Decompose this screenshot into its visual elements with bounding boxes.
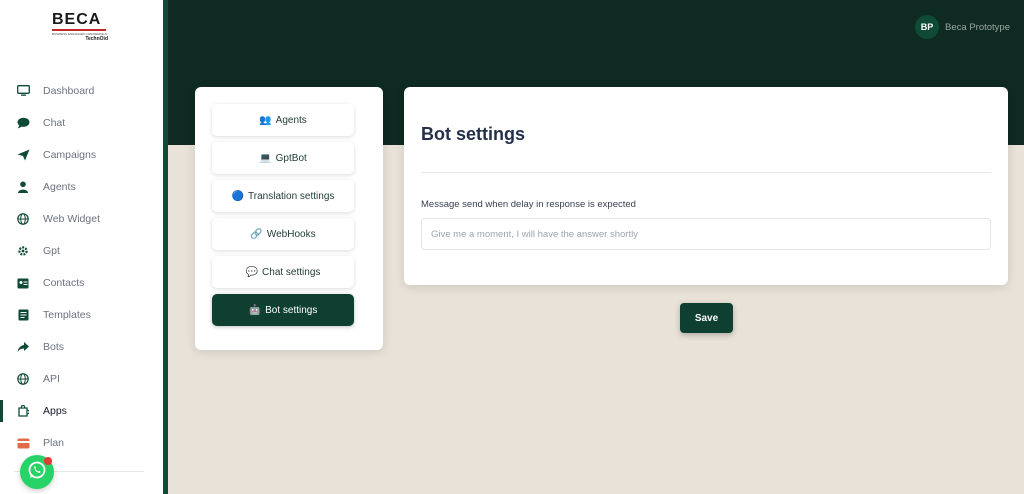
sidebar-item-dashboard[interactable]: Dashboard (0, 75, 163, 107)
sidebar-item-label: Plan (43, 437, 65, 449)
document-icon (16, 308, 30, 322)
sidebar-item-label: Dashboard (43, 85, 95, 97)
menu-chat-settings-button[interactable]: 💬 Chat settings (212, 256, 354, 288)
sidebar-item-campaigns[interactable]: Campaigns (0, 139, 163, 171)
sidebar-item-label: Campaigns (43, 149, 97, 161)
menu-translation-button[interactable]: 🔵 Translation settings (212, 180, 354, 212)
contact-card-icon (16, 276, 30, 290)
sidebar: BECA BUSINESS ENHANCED CONCIERGE AI Tech… (0, 0, 168, 494)
sidebar-nav: Dashboard Chat Campaigns Agents Web Widg… (0, 75, 163, 459)
profile-name: Beca Prototype (945, 21, 1010, 33)
menu-gptbot-button[interactable]: 💻 GptBot (212, 142, 354, 174)
sidebar-item-api[interactable]: API (0, 363, 163, 395)
sidebar-item-label: Chat (43, 117, 66, 129)
sidebar-item-label: Agents (43, 181, 76, 193)
gear-icon (16, 244, 30, 258)
robot-icon: 🤖 (248, 304, 262, 316)
user-profile[interactable]: BP Beca Prototype (915, 15, 1010, 39)
sidebar-item-plan[interactable]: Plan (0, 427, 163, 459)
menu-bot-settings-button[interactable]: 🤖 Bot settings (212, 294, 354, 326)
bot-settings-panel: Bot settings Message send when delay in … (404, 87, 1008, 285)
menu-agents-label: Agents (275, 114, 307, 126)
menu-chat-settings-label: Chat settings (262, 266, 321, 278)
brand-underline (52, 29, 106, 31)
sidebar-item-agents[interactable]: Agents (0, 171, 163, 203)
avatar: BP (915, 15, 940, 39)
settings-menu-card: 👥 Agents 💻 GptBot 🔵 Translation settings… (195, 87, 383, 350)
brand-word: BECA (52, 11, 102, 28)
sidebar-item-label: Apps (43, 405, 67, 417)
save-button[interactable]: Save (680, 303, 733, 333)
sidebar-item-label: Templates (43, 309, 91, 321)
agents-icon: 👥 (259, 114, 272, 126)
sidebar-item-chat[interactable]: Chat (0, 107, 163, 139)
sidebar-item-label: API (43, 373, 60, 385)
sidebar-item-label: Contacts (43, 277, 85, 289)
sidebar-item-contacts[interactable]: Contacts (0, 267, 163, 299)
notification-dot (44, 457, 52, 465)
panel-title: Bot settings (421, 124, 526, 144)
share-arrow-icon (16, 340, 30, 354)
delay-message-label: Message send when delay in response is e… (421, 199, 636, 210)
puzzle-icon (16, 404, 30, 418)
sidebar-item-apps[interactable]: Apps (0, 395, 163, 427)
credit-card-icon (16, 436, 30, 450)
menu-agents-button[interactable]: 👥 Agents (212, 104, 354, 136)
sidebar-item-label: Gpt (43, 245, 60, 257)
globe-icon (16, 372, 30, 386)
menu-translation-label: Translation settings (248, 190, 335, 202)
panel-divider (421, 172, 991, 173)
laptop-icon: 💻 (259, 152, 272, 164)
sidebar-item-label: Bots (43, 341, 65, 353)
menu-bot-settings-label: Bot settings (265, 304, 318, 316)
monitor-icon (16, 84, 30, 98)
sidebar-item-bots[interactable]: Bots (0, 331, 163, 363)
brand-by: TechnOid (85, 36, 108, 42)
menu-gptbot-label: GptBot (275, 152, 307, 164)
brand-logo[interactable]: BECA BUSINESS ENHANCED CONCIERGE AI Tech… (52, 12, 110, 42)
speech-bubble-icon: 💬 (245, 266, 259, 278)
sidebar-item-gpt[interactable]: Gpt (0, 235, 163, 267)
paper-plane-icon (16, 148, 30, 162)
sidebar-item-web-widget[interactable]: Web Widget (0, 203, 163, 235)
whatsapp-button[interactable] (20, 455, 54, 489)
menu-webhooks-button[interactable]: 🔗 WebHooks (212, 218, 354, 250)
link-icon: 🔗 (250, 228, 263, 240)
sidebar-item-templates[interactable]: Templates (0, 299, 163, 331)
user-icon (16, 180, 30, 194)
delay-message-input[interactable] (421, 218, 991, 250)
globe-icon (16, 212, 30, 226)
chat-bubble-icon (16, 116, 30, 130)
sidebar-item-label: Web Widget (43, 213, 100, 225)
menu-webhooks-label: WebHooks (266, 228, 316, 240)
translation-icon: 🔵 (231, 190, 245, 202)
